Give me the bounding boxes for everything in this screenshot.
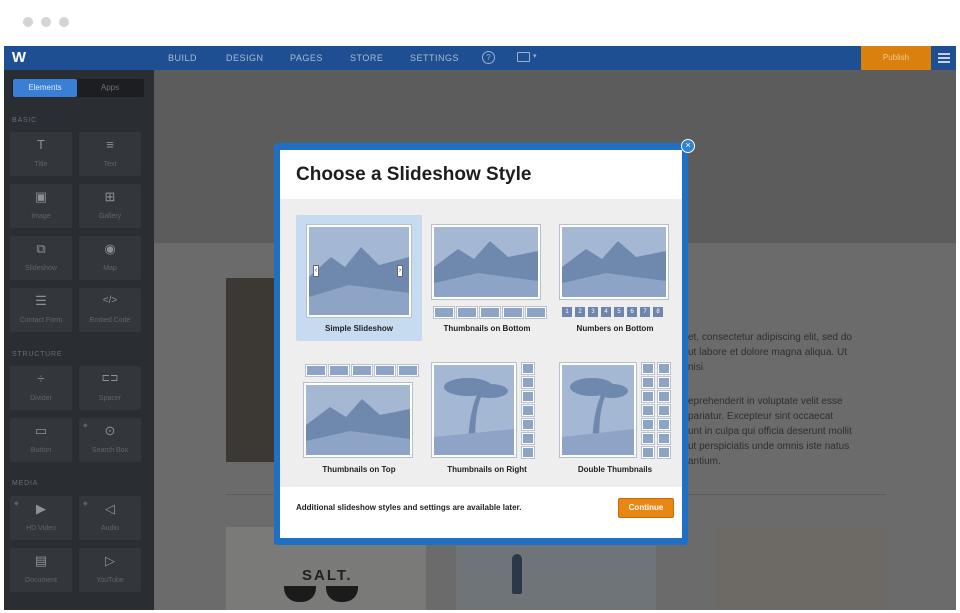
weebly-logo[interactable]: W <box>8 48 30 68</box>
elements-sidebar: Elements Apps BASIC T Title ≡ Text ▣ Image … <box>4 70 154 610</box>
style-option-thumbnails-right[interactable]: Thumbnails on Right <box>424 359 550 485</box>
slideshow-preview-icon <box>560 363 636 457</box>
nav-settings[interactable]: SETTINGS <box>410 46 459 70</box>
element-slideshow[interactable]: ⧉ Slideshow <box>10 236 72 280</box>
style-option-simple-slideshow[interactable]: ‹ › Simple Slideshow <box>296 215 422 341</box>
number-strip: 12345678 <box>562 307 663 317</box>
spacer-icon: ⊏⊐ <box>101 373 119 384</box>
element-audio[interactable]: ◆ ◁ Audio <box>79 496 141 540</box>
section-label-basic: BASIC <box>12 117 38 124</box>
person-figure <box>512 554 522 594</box>
element-document[interactable]: ▤ Document <box>10 548 72 592</box>
nav-design[interactable]: DESIGN <box>226 46 264 70</box>
thumbnail-strip <box>434 307 546 318</box>
audio-icon: ◁ <box>105 501 115 516</box>
video-icon: ▶ <box>36 501 46 516</box>
window-dot-icon <box>41 17 51 27</box>
element-gallery[interactable]: ⊞ Gallery <box>79 184 141 228</box>
map-pin-icon: ◉ <box>104 241 116 256</box>
divider-icon: ÷ <box>37 371 45 386</box>
monitor-icon[interactable] <box>517 52 530 62</box>
code-icon: </> <box>102 295 118 306</box>
chevron-left-icon: ‹ <box>313 265 319 277</box>
menu-icon[interactable] <box>938 53 950 63</box>
document-icon: ▤ <box>34 553 48 568</box>
nav-build[interactable]: BUILD <box>168 46 197 70</box>
style-option-thumbnails-bottom[interactable]: Thumbnails on Bottom <box>424 215 550 341</box>
style-options-panel: ‹ › Simple Slideshow Thumbnails on Botto… <box>280 199 682 487</box>
thumbnail-strip <box>306 365 418 376</box>
tab-apps[interactable]: Apps <box>78 79 142 97</box>
slideshow-preview-icon: ‹ › <box>307 225 411 317</box>
slideshow-icon: ⧉ <box>36 241 46 256</box>
youtube-icon: ▷ <box>105 553 115 568</box>
element-contact-form[interactable]: ☰ Contact Form <box>10 288 72 332</box>
editor-frame: W BUILD DESIGN PAGES STORE SETTINGS ? ▾ … <box>4 46 956 610</box>
form-icon: ☰ <box>35 293 47 308</box>
help-icon[interactable]: ? <box>482 51 495 64</box>
slideshow-preview-icon <box>432 225 540 299</box>
slideshow-style-dialog: Choose a Slideshow Style ‹ › Simple Slid… <box>280 150 682 538</box>
element-button[interactable]: ▭ Button <box>10 418 72 462</box>
style-option-numbers-bottom[interactable]: 12345678 Numbers on Bottom <box>552 215 678 341</box>
chevron-right-icon: › <box>397 265 403 277</box>
browser-chrome <box>0 0 960 46</box>
element-hd-video[interactable]: ◆ ▶ HD Video <box>10 496 72 540</box>
text-icon: ≡ <box>106 137 114 152</box>
title-icon: T <box>37 137 45 152</box>
slideshow-preview-icon <box>304 383 412 457</box>
body-text-2[interactable]: eprehenderit in voluptate velit esse par… <box>688 394 948 469</box>
nav-store[interactable]: STORE <box>350 46 383 70</box>
sunglasses-image <box>284 586 360 604</box>
footer-note: Additional slideshow styles and settings… <box>296 503 522 512</box>
continue-button[interactable]: Continue <box>618 498 674 518</box>
window-dot-icon <box>59 17 69 27</box>
slideshow-preview-icon <box>432 363 516 457</box>
element-text[interactable]: ≡ Text <box>79 132 141 176</box>
top-nav-bar: W BUILD DESIGN PAGES STORE SETTINGS ? ▾ … <box>4 46 956 70</box>
thumbnail-column <box>658 363 670 458</box>
salt-sign-text: SALT. <box>302 567 353 584</box>
modal-title: Choose a Slideshow Style <box>296 164 532 185</box>
body-text-1[interactable]: et, consectetur adipiscing elit, sed do … <box>688 330 948 375</box>
button-icon: ▭ <box>34 423 48 438</box>
thumbnail-column <box>522 363 534 458</box>
sidebar-tabs: Elements Apps <box>12 79 144 97</box>
image-icon: ▣ <box>34 189 48 204</box>
style-option-double-thumbnails[interactable]: Double Thumbnails <box>552 359 678 485</box>
window-dot-icon <box>23 17 33 27</box>
element-spacer[interactable]: ⊏⊐ Spacer <box>79 366 141 410</box>
element-title[interactable]: T Title <box>10 132 72 176</box>
tab-elements[interactable]: Elements <box>13 79 77 97</box>
element-divider[interactable]: ÷ Divider <box>10 366 72 410</box>
style-option-thumbnails-top[interactable]: Thumbnails on Top <box>296 359 422 485</box>
element-embed-code[interactable]: </> Embed Code <box>79 288 141 332</box>
search-icon: ⊙ <box>104 423 116 438</box>
element-search-box[interactable]: ◆ ⊙ Search Box <box>79 418 141 462</box>
chevron-down-icon[interactable]: ▾ <box>533 52 537 60</box>
gallery-photo-interior[interactable] <box>716 527 886 610</box>
publish-button[interactable]: Publish <box>861 46 931 70</box>
close-icon[interactable]: × <box>681 139 695 153</box>
gallery-icon: ⊞ <box>104 189 116 204</box>
thumbnail-column <box>642 363 654 458</box>
section-label-media: MEDIA <box>12 480 39 487</box>
element-image[interactable]: ▣ Image <box>10 184 72 228</box>
nav-pages[interactable]: PAGES <box>290 46 323 70</box>
element-map[interactable]: ◉ Map <box>79 236 141 280</box>
slideshow-preview-icon <box>560 225 668 299</box>
element-youtube[interactable]: ▷ YouTube <box>79 548 141 592</box>
section-label-structure: STRUCTURE <box>12 351 63 358</box>
